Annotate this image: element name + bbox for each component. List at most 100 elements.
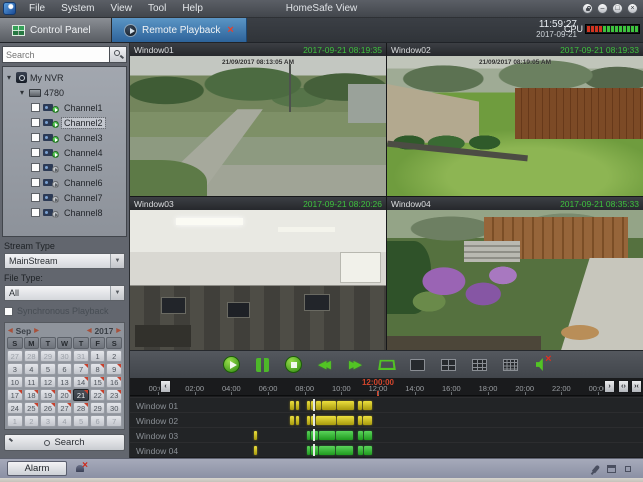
- calendar-day-31[interactable]: 31: [73, 350, 89, 362]
- video-window-2[interactable]: Window02 2017-09-21 08:19:33 21/09/2017 …: [387, 43, 643, 196]
- tab-remote-playback[interactable]: Remote Playback ×: [112, 18, 247, 42]
- file-type-select[interactable]: All ▼: [4, 285, 125, 301]
- calendar-day-19[interactable]: 19: [40, 389, 56, 401]
- video-window-3[interactable]: Window03 2017-09-21 08:20:26: [130, 197, 386, 350]
- single-screen-button[interactable]: [407, 354, 429, 376]
- tree-node-channel4[interactable]: Channel4: [5, 145, 126, 160]
- sixteen-screen-button[interactable]: [500, 354, 522, 376]
- channel-checkbox[interactable]: [31, 103, 40, 112]
- calendar-day-16[interactable]: 16: [106, 376, 122, 388]
- calendar-day-6[interactable]: 6: [90, 415, 106, 427]
- calendar-day-6[interactable]: 6: [57, 363, 73, 375]
- timeline-row-window-04[interactable]: Window 04: [130, 442, 643, 457]
- calendar-day-3[interactable]: 3: [40, 415, 56, 427]
- rewind-button[interactable]: ◀◀: [314, 354, 336, 376]
- next-month-icon[interactable]: ▶: [34, 327, 39, 334]
- calendar-day-2[interactable]: 2: [106, 350, 122, 362]
- calendar-day-27[interactable]: 27: [57, 402, 73, 414]
- calendar-day-4[interactable]: 4: [24, 363, 40, 375]
- channel-checkbox[interactable]: [31, 163, 40, 172]
- channel-checkbox[interactable]: [31, 193, 40, 202]
- calendar-day-5[interactable]: 5: [73, 415, 89, 427]
- channel-checkbox[interactable]: [31, 118, 40, 127]
- playhead[interactable]: [313, 444, 315, 456]
- mute-button[interactable]: [531, 354, 553, 376]
- channel-checkbox[interactable]: [31, 148, 40, 157]
- tree-node-device[interactable]: ▾ 4780: [5, 85, 126, 100]
- timeline-row-window-03[interactable]: Window 03: [130, 427, 643, 442]
- channel-checkbox[interactable]: [31, 208, 40, 217]
- calendar-day-13[interactable]: 13: [57, 376, 73, 388]
- calendar-day-14[interactable]: 14: [73, 376, 89, 388]
- calendar-day-25[interactable]: 25: [24, 402, 40, 414]
- pin-icon[interactable]: [592, 464, 600, 473]
- timeline-row-window-01[interactable]: Window 01: [130, 397, 643, 412]
- calendar-day-17[interactable]: 17: [7, 389, 23, 401]
- calendar-day-7[interactable]: 7: [106, 415, 122, 427]
- menu-system[interactable]: System: [53, 0, 102, 18]
- calendar-day-28[interactable]: 28: [73, 402, 89, 414]
- calendar-day-1[interactable]: 1: [7, 415, 23, 427]
- menu-tool[interactable]: Tool: [140, 0, 174, 18]
- video-window-4[interactable]: Window04 2017-09-21 08:35:33: [387, 197, 643, 350]
- nine-screen-button[interactable]: [469, 354, 491, 376]
- calendar-day-3[interactable]: 3: [7, 363, 23, 375]
- synchronous-playback-checkbox[interactable]: [4, 307, 13, 316]
- menu-help[interactable]: Help: [174, 0, 211, 18]
- calendar-day-29[interactable]: 29: [40, 350, 56, 362]
- panel-toggle-icon[interactable]: [625, 466, 631, 472]
- calendar-day-5[interactable]: 5: [40, 363, 56, 375]
- search-icon-button[interactable]: [110, 46, 127, 63]
- pause-button[interactable]: [252, 354, 274, 376]
- calendar-day-9[interactable]: 9: [106, 363, 122, 375]
- chevron-down-icon[interactable]: ▾: [5, 73, 13, 82]
- timeline-zoom-in-button[interactable]: ›‹: [631, 380, 642, 393]
- calendar-day-24[interactable]: 24: [7, 402, 23, 414]
- alarm-button[interactable]: Alarm: [7, 461, 67, 476]
- channel-checkbox[interactable]: [31, 178, 40, 187]
- tree-node-channel5[interactable]: Channel5: [5, 160, 126, 175]
- lock-button[interactable]: [582, 3, 593, 14]
- calendar-day-12[interactable]: 12: [40, 376, 56, 388]
- calendar-day-11[interactable]: 11: [24, 376, 40, 388]
- calendar-day-27[interactable]: 27: [7, 350, 23, 362]
- tab-close-icon[interactable]: ×: [227, 25, 233, 35]
- calendar-day-29[interactable]: 29: [90, 402, 106, 414]
- stream-type-select[interactable]: MainStream ▼: [4, 253, 125, 269]
- timeline-row-track[interactable]: [158, 398, 598, 412]
- prev-year-icon[interactable]: ◀: [87, 327, 92, 334]
- calendar-day-10[interactable]: 10: [7, 376, 23, 388]
- menu-file[interactable]: File: [21, 0, 53, 18]
- timeline-row-track[interactable]: [158, 413, 598, 427]
- playhead[interactable]: [313, 429, 315, 441]
- menu-view[interactable]: View: [102, 0, 140, 18]
- chevron-down-icon[interactable]: ▾: [18, 88, 26, 97]
- tree-node-channel2[interactable]: Channel2: [5, 115, 126, 130]
- timeline-row-window-02[interactable]: Window 02: [130, 412, 643, 427]
- search-button[interactable]: Search: [4, 434, 125, 451]
- calendar-day-20[interactable]: 20: [57, 389, 73, 401]
- window-icon[interactable]: [607, 465, 616, 473]
- fast-forward-button[interactable]: ▶▶: [345, 354, 367, 376]
- calendar-day-18[interactable]: 18: [24, 389, 40, 401]
- calendar-day-21[interactable]: 21: [73, 389, 89, 401]
- search-input[interactable]: [2, 46, 110, 63]
- play-button[interactable]: [221, 354, 243, 376]
- close-button[interactable]: ×: [627, 3, 638, 14]
- playhead[interactable]: [313, 399, 315, 411]
- timeline-zoom-out-button[interactable]: ‹›: [618, 380, 629, 393]
- timeline-scroll-right-button[interactable]: ›: [604, 380, 615, 393]
- tree-node-channel6[interactable]: Channel6: [5, 175, 126, 190]
- timeline-row-track[interactable]: [158, 443, 598, 457]
- calendar-day-23[interactable]: 23: [106, 389, 122, 401]
- prev-month-icon[interactable]: ◀: [8, 327, 13, 334]
- timeline-row-track[interactable]: [158, 428, 598, 442]
- quad-screen-button[interactable]: [438, 354, 460, 376]
- calendar-day-26[interactable]: 26: [40, 402, 56, 414]
- channel-checkbox[interactable]: [31, 133, 40, 142]
- stop-button[interactable]: [283, 354, 305, 376]
- minimize-button[interactable]: –: [597, 3, 608, 14]
- calendar-day-28[interactable]: 28: [24, 350, 40, 362]
- calendar-day-1[interactable]: 1: [90, 350, 106, 362]
- alarm-disabled-icon[interactable]: [75, 463, 88, 475]
